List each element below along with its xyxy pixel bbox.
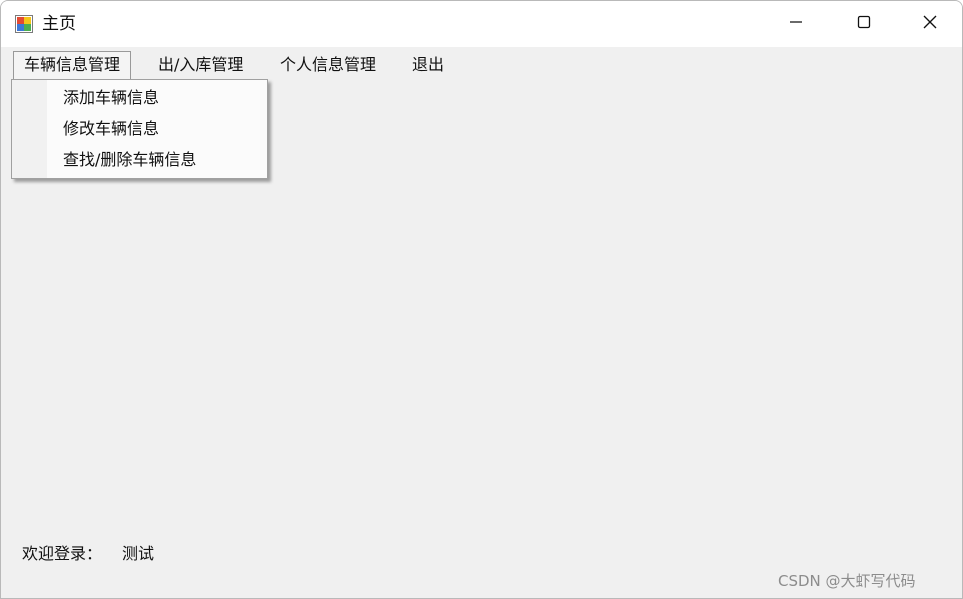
dropdown-icon-gutter <box>12 80 47 178</box>
vehicle-info-dropdown: 添加车辆信息 修改车辆信息 查找/删除车辆信息 <box>11 79 268 179</box>
title-bar[interactable]: 主页 <box>1 1 962 47</box>
main-window: 主页 车辆信息管理 出/入库管理 个人信息管理 退出 添加车辆信息 修改车辆信息… <box>0 0 963 599</box>
maximize-icon <box>856 14 872 34</box>
username-label: 测试 <box>122 544 155 563</box>
menu-exit[interactable]: 退出 <box>401 51 455 79</box>
window-title: 主页 <box>42 14 76 34</box>
dropdown-item-add-vehicle[interactable]: 添加车辆信息 <box>48 83 266 113</box>
dropdown-item-edit-vehicle[interactable]: 修改车辆信息 <box>48 114 266 144</box>
menu-vehicle-info[interactable]: 车辆信息管理 <box>13 51 132 79</box>
winforms-app-icon <box>15 15 33 33</box>
welcome-label: 欢迎登录： <box>22 544 103 563</box>
close-button[interactable] <box>896 1 962 47</box>
maximize-button[interactable] <box>830 1 898 47</box>
menu-bar: 车辆信息管理 出/入库管理 个人信息管理 退出 <box>1 47 962 81</box>
minimize-button[interactable] <box>762 1 830 47</box>
menu-personal-info[interactable]: 个人信息管理 <box>269 51 387 79</box>
menu-in-out-storage[interactable]: 出/入库管理 <box>147 51 254 79</box>
dropdown-item-find-delete-vehicle[interactable]: 查找/删除车辆信息 <box>48 145 266 175</box>
close-icon <box>922 14 938 34</box>
minimize-icon <box>788 14 804 34</box>
watermark-text: CSDN @大虾写代码 <box>778 572 916 590</box>
